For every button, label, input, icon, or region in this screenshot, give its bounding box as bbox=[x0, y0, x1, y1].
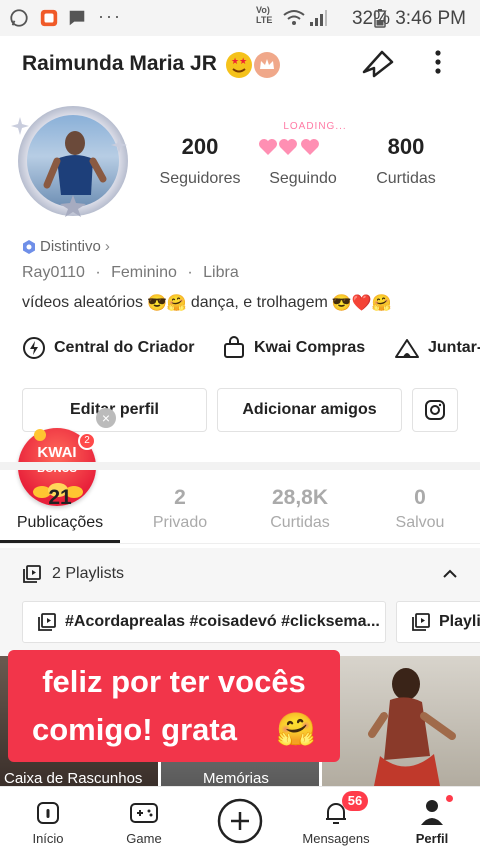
sunglasses-emoji-icon: 😎🤗 bbox=[146, 295, 187, 312]
star-decor-icon bbox=[60, 195, 86, 217]
loading-overlay-text: LOADING... bbox=[283, 121, 347, 132]
messages-badge: 56 bbox=[342, 791, 368, 811]
share-icon[interactable] bbox=[360, 46, 396, 80]
likes-label: Curtidas bbox=[376, 170, 436, 187]
wifi-icon bbox=[283, 10, 305, 25]
gender: Feminino bbox=[111, 264, 177, 281]
playlist-chip[interactable]: Playlis bbox=[396, 601, 480, 643]
star-decor-icon bbox=[110, 136, 128, 154]
bio: vídeos aleatórios 😎🤗 dança, e trolhagem … bbox=[22, 293, 392, 313]
playlist-icon bbox=[412, 613, 430, 631]
tent-icon bbox=[395, 339, 419, 358]
star-eyes-emoji-icon: ★★ bbox=[226, 52, 252, 78]
chevron-up-icon[interactable] bbox=[440, 564, 460, 584]
chat-icon bbox=[69, 10, 85, 26]
caption-line-1: feliz por ter vocês bbox=[42, 664, 306, 699]
likes-tab-count[interactable]: 28,8K bbox=[250, 486, 350, 510]
badge-label: Distintivo bbox=[40, 238, 101, 255]
nav-home[interactable]: Início bbox=[0, 787, 96, 855]
profile-notification-dot bbox=[446, 795, 453, 802]
instagram-button[interactable] bbox=[412, 388, 458, 432]
tab-posts[interactable]: Publicações bbox=[0, 514, 120, 532]
profile-meta: Ray0110 · Feminino · Libra bbox=[22, 264, 239, 281]
clock: 3:46 PM bbox=[395, 8, 466, 29]
star-decor-icon bbox=[11, 117, 29, 135]
playlist-chip[interactable]: #Acordaprealas #coisadevó #clicksema... bbox=[22, 601, 386, 643]
gamepad-icon bbox=[130, 803, 158, 823]
creator-center-link[interactable]: Central do Criador bbox=[22, 336, 194, 360]
username: Ray0110 bbox=[22, 264, 85, 281]
add-friends-button[interactable]: Adicionar amigos bbox=[217, 388, 402, 432]
kwai-app-icon bbox=[40, 9, 58, 27]
join-label: Juntar- bbox=[428, 339, 480, 356]
saved-count[interactable]: 0 bbox=[370, 486, 470, 510]
video-thumbnail[interactable] bbox=[322, 656, 480, 786]
nav-create[interactable] bbox=[192, 787, 288, 855]
section-divider bbox=[0, 462, 480, 470]
edit-profile-button[interactable]: Editar perfil bbox=[22, 388, 207, 432]
coin-decor-icon bbox=[33, 428, 47, 447]
followers-count[interactable]: 200 bbox=[150, 134, 250, 160]
hug-emoji-icon: 🤗 bbox=[276, 711, 316, 747]
drafts-label: Caixa de Rascunhos bbox=[4, 770, 143, 787]
nav-profile[interactable]: Perfil bbox=[384, 787, 480, 855]
caption-overlay: feliz por ter vocês comigo! grata 🤗 bbox=[8, 650, 340, 762]
avatar[interactable] bbox=[11, 106, 128, 217]
signal-icon bbox=[310, 10, 327, 26]
status-bar: ··· Vo) LTE 32% 3:46 PM bbox=[0, 0, 480, 36]
playlist-chip-label: #Acordaprealas #coisadevó #clicksema... bbox=[65, 613, 380, 630]
lightning-icon bbox=[23, 337, 45, 359]
nav-home-label: Início bbox=[32, 831, 64, 846]
kwai-bonus-count-badge: 2 bbox=[78, 432, 96, 450]
instagram-icon bbox=[425, 400, 445, 420]
nav-game-label: Game bbox=[126, 831, 162, 846]
playlist-icon bbox=[23, 565, 41, 583]
playlist-chip-label: Playlis bbox=[439, 613, 480, 630]
nav-messages[interactable]: 56 Mensagens bbox=[288, 787, 384, 855]
bio-text-b: dança, e trolhagem bbox=[190, 294, 328, 311]
chevron-right-icon: › bbox=[104, 238, 110, 255]
shopping-bag-icon bbox=[224, 336, 244, 358]
profile-name: Raimunda Maria JR bbox=[22, 52, 217, 75]
tab-saved[interactable]: Salvou bbox=[360, 514, 480, 532]
whatsapp-icon bbox=[10, 9, 28, 27]
tab-likes[interactable]: Curtidas bbox=[240, 514, 360, 532]
kwai-shopping-link[interactable]: Kwai Compras bbox=[222, 336, 365, 360]
memories-label: Memórias bbox=[203, 770, 269, 787]
nav-messages-label: Mensagens bbox=[302, 831, 370, 846]
tabs-border bbox=[0, 543, 480, 544]
svg-text:★★: ★★ bbox=[231, 56, 247, 66]
likes-count[interactable]: 800 bbox=[356, 134, 456, 160]
tab-private[interactable]: Privado bbox=[120, 514, 240, 532]
nav-profile-label: Perfil bbox=[415, 831, 449, 846]
zodiac-sign: Libra bbox=[203, 264, 239, 281]
following-label[interactable]: Seguindo bbox=[248, 170, 358, 188]
crown-badge-icon bbox=[254, 52, 280, 78]
plus-icon bbox=[217, 798, 263, 844]
creator-center-label: Central do Criador bbox=[54, 339, 195, 356]
bottom-navigation: Início Game 56 Mensagens Perfil bbox=[0, 786, 480, 854]
hexagon-badge-icon bbox=[23, 239, 35, 254]
battery-icon bbox=[374, 9, 386, 28]
person-icon bbox=[421, 800, 443, 825]
nav-game[interactable]: Game bbox=[96, 787, 192, 855]
followers-label: Seguidores bbox=[159, 170, 241, 187]
bio-text-a: vídeos aleatórios bbox=[22, 294, 143, 311]
more-options-icon[interactable] bbox=[428, 48, 448, 78]
home-icon bbox=[37, 802, 59, 824]
private-count[interactable]: 2 bbox=[130, 486, 230, 510]
playlists-title: 2 Playlists bbox=[52, 565, 125, 582]
kwai-shopping-label: Kwai Compras bbox=[254, 339, 366, 356]
close-icon[interactable]: × bbox=[96, 408, 116, 428]
playlist-icon bbox=[38, 613, 56, 631]
posts-count[interactable]: 21 bbox=[10, 486, 110, 510]
network-label: Vo) LTE bbox=[256, 5, 273, 25]
caption-line-2: comigo! grata bbox=[32, 712, 237, 747]
join-link[interactable]: Juntar- bbox=[394, 336, 480, 360]
more-notifications-icon: ··· bbox=[98, 6, 122, 26]
badge-link[interactable]: Distintivo › bbox=[22, 238, 110, 255]
heart-emoji-icon: 😎❤️🤗 bbox=[331, 295, 392, 312]
hearts-loading-icon bbox=[259, 139, 319, 155]
